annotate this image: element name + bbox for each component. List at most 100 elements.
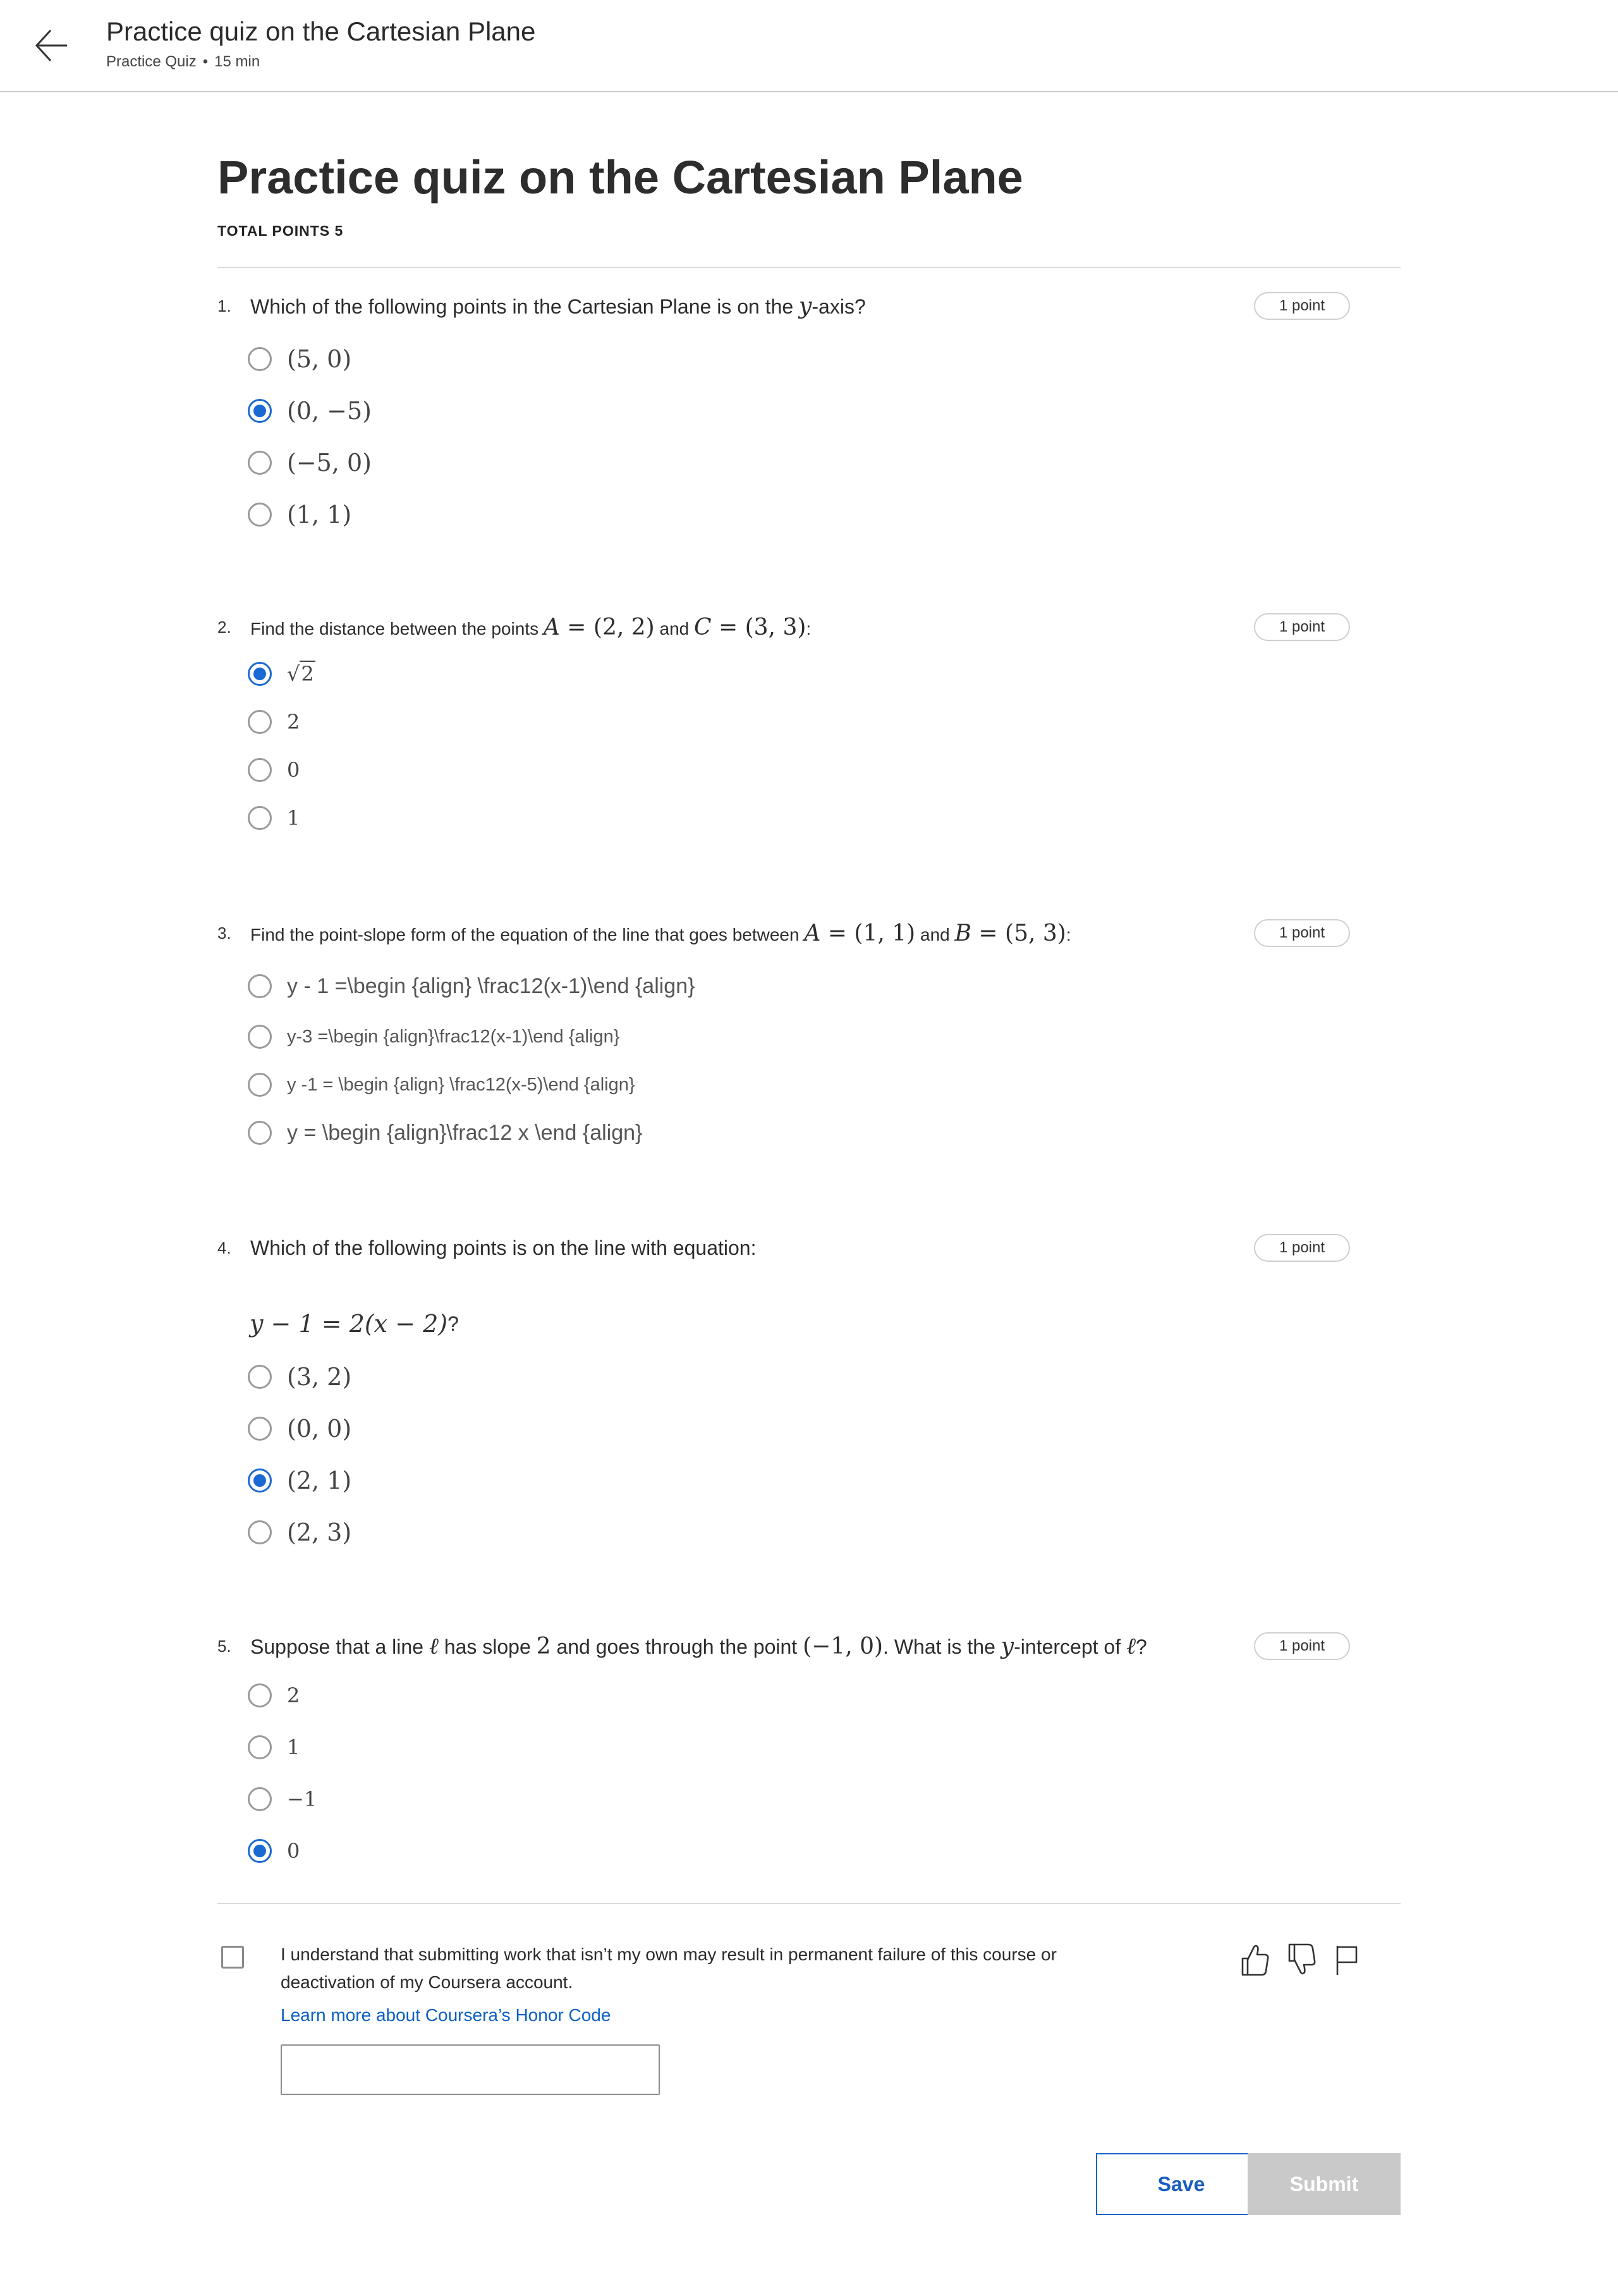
- option-q4-b[interactable]: (0, 0): [248, 1411, 351, 1446]
- save-button[interactable]: Save: [1096, 2153, 1267, 2215]
- option-q3-d[interactable]: y = \begin {align}\frac12 x \end {align}: [248, 1115, 642, 1151]
- option-label: 1: [287, 806, 300, 830]
- question-header: 4. Which of the following points is on t…: [217, 1231, 756, 1264]
- option-q1-d[interactable]: (1, 1): [248, 497, 351, 532]
- math-number: 2: [536, 1633, 551, 1659]
- question-number: 4.: [217, 1238, 231, 1257]
- option-q4-c[interactable]: (2, 1): [248, 1463, 351, 1498]
- points-badge: 1 point: [1254, 613, 1350, 641]
- text-segment: has slope: [438, 1635, 537, 1658]
- divider: [217, 1903, 1401, 1904]
- math-operator: =: [971, 920, 1006, 946]
- radio-button[interactable]: [248, 1365, 272, 1389]
- honor-code-checkbox[interactable]: [221, 1946, 244, 1969]
- radio-button[interactable]: [248, 1735, 272, 1759]
- option-q2-b[interactable]: 2: [248, 704, 300, 740]
- option-label: (−5, 0): [287, 449, 372, 477]
- radio-button-selected[interactable]: [248, 1469, 272, 1493]
- radio-button[interactable]: [248, 1787, 272, 1811]
- text-segment: ?: [1135, 1635, 1147, 1658]
- radio-button[interactable]: [248, 503, 272, 527]
- submit-button[interactable]: Submit: [1248, 2153, 1401, 2215]
- question-number: 2.: [217, 617, 231, 637]
- option-label: (0, −5): [287, 397, 372, 425]
- option-label: (1, 1): [287, 501, 352, 528]
- radio-button[interactable]: [248, 1025, 272, 1049]
- option-q2-d[interactable]: 1: [248, 800, 300, 836]
- option-q1-b[interactable]: (0, −5): [248, 393, 372, 429]
- option-label-sqrt: √2: [287, 661, 315, 686]
- radio-button[interactable]: [248, 451, 272, 475]
- math-variable: A: [543, 614, 560, 640]
- equation-suffix: ?: [447, 1312, 459, 1335]
- text-segment: and: [915, 924, 955, 944]
- quiz-type: Practice Quiz: [106, 53, 197, 70]
- total-points: TOTAL POINTS 5: [217, 223, 344, 239]
- math-variable: A: [804, 920, 821, 946]
- radio-button[interactable]: [248, 1121, 272, 1145]
- radio-button[interactable]: [248, 1683, 272, 1707]
- math-variable: ℓ: [429, 1633, 439, 1659]
- text-segment: Which of the following points in the Car…: [250, 295, 800, 318]
- text-segment: :: [1066, 924, 1071, 944]
- radio-button[interactable]: [248, 758, 272, 782]
- math-operator: =: [559, 614, 593, 640]
- option-label: y = \begin {align}\frac12 x \end {align}: [287, 1120, 643, 1145]
- option-label: (2, 1): [287, 1467, 352, 1494]
- flag-icon[interactable]: [1330, 1941, 1364, 1979]
- page-title: Practice quiz on the Cartesian Plane: [217, 151, 1023, 204]
- option-q3-b[interactable]: y-3 =\begin {align}\frac12(x-1)\end {ali…: [248, 1019, 619, 1054]
- question-header: 5. Suppose that a line ℓ has slope 2 and…: [217, 1630, 1147, 1663]
- honor-code-link[interactable]: Learn more about Coursera’s Honor Code: [281, 2005, 611, 2025]
- math-point: (5, 3): [1005, 920, 1066, 946]
- question-text: Find the point-slope form of the equatio…: [250, 920, 1071, 946]
- radio-button-selected[interactable]: [248, 399, 272, 423]
- legal-name-input[interactable]: [281, 2044, 660, 2095]
- back-arrow-icon[interactable]: [33, 28, 71, 63]
- option-label: 0: [287, 758, 300, 782]
- sqrt-radicand: 2: [300, 661, 315, 686]
- question-number: 3.: [217, 923, 231, 943]
- quiz-duration: 15 min: [214, 53, 260, 70]
- radio-button[interactable]: [248, 974, 272, 998]
- option-q4-d[interactable]: (2, 3): [248, 1515, 351, 1550]
- option-q5-d[interactable]: 0: [248, 1833, 300, 1869]
- question-text: Suppose that a line ℓ has slope 2 and go…: [250, 1633, 1147, 1659]
- text-segment: . What is the: [883, 1635, 1001, 1658]
- question-header: 3. Find the point-slope form of the equa…: [217, 917, 1071, 950]
- option-label: (0, 0): [287, 1415, 352, 1443]
- radio-button-selected[interactable]: [248, 662, 272, 686]
- question-text: Which of the following points in the Car…: [250, 293, 866, 319]
- option-label: (5, 0): [287, 345, 352, 373]
- option-label: 2: [287, 710, 300, 734]
- option-q5-a[interactable]: 2: [248, 1678, 300, 1713]
- text-segment: Suppose that a line: [250, 1635, 429, 1658]
- radio-button[interactable]: [248, 1417, 272, 1441]
- radio-button[interactable]: [248, 1073, 272, 1097]
- thumbs-down-icon[interactable]: [1284, 1941, 1318, 1979]
- header-subtitle: Practice Quiz • 15 min: [106, 53, 260, 71]
- option-label: 2: [287, 1683, 300, 1707]
- option-q4-a[interactable]: (3, 2): [248, 1359, 351, 1395]
- option-q3-a[interactable]: y - 1 =\begin {align} \frac12(x-1)\end {…: [248, 968, 695, 1004]
- option-label: y -1 = \begin {align} \frac12(x-5)\end {…: [287, 1074, 635, 1095]
- radio-button-selected[interactable]: [248, 1839, 272, 1863]
- points-badge: 1 point: [1254, 1234, 1350, 1262]
- radio-button[interactable]: [248, 347, 272, 371]
- text-segment: Find the distance between the points: [250, 618, 544, 638]
- option-q3-c[interactable]: y -1 = \begin {align} \frac12(x-5)\end {…: [248, 1067, 635, 1102]
- option-q5-b[interactable]: 1: [248, 1730, 300, 1765]
- thumbs-up-icon[interactable]: [1238, 1941, 1272, 1979]
- option-q2-a[interactable]: √2: [248, 656, 315, 692]
- math-point: (−1, 0): [803, 1633, 884, 1659]
- radio-button[interactable]: [248, 710, 272, 734]
- option-q1-c[interactable]: (−5, 0): [248, 445, 372, 480]
- radio-button[interactable]: [248, 1520, 272, 1544]
- radio-button[interactable]: [248, 806, 272, 830]
- option-q1-a[interactable]: (5, 0): [248, 341, 351, 377]
- option-q5-c[interactable]: −1: [248, 1781, 317, 1817]
- option-q2-c[interactable]: 0: [248, 752, 300, 788]
- math-variable: B: [954, 920, 971, 946]
- math-variable: ℓ: [1126, 1633, 1136, 1659]
- separator-dot: •: [202, 53, 209, 70]
